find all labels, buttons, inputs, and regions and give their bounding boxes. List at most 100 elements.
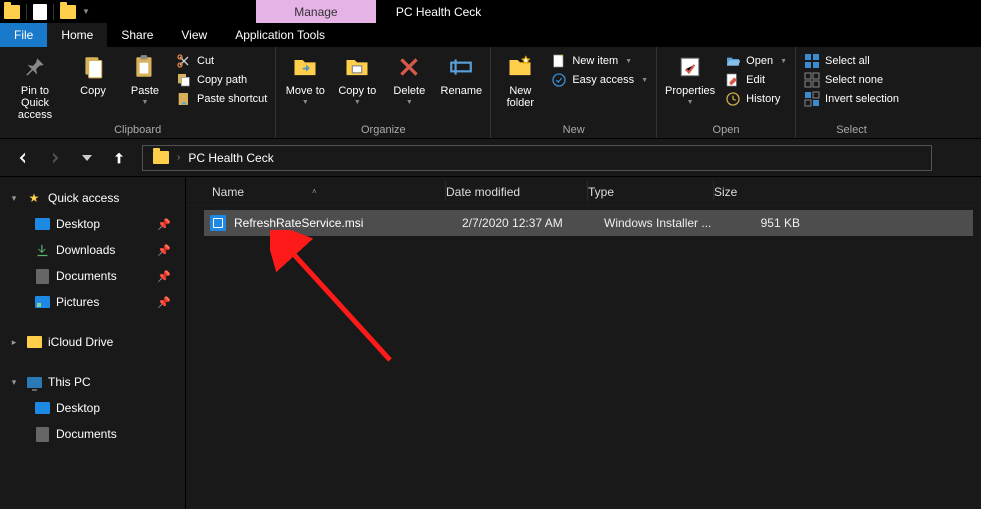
recent-locations-button[interactable] [78,149,96,167]
desktop-icon [34,216,50,232]
sidebar-item-pictures[interactable]: Pictures 📌 [0,289,185,315]
cut-button[interactable]: Cut [176,53,267,69]
group-label-organize: Organize [361,124,406,136]
sidebar-item-documents[interactable]: Documents 📌 [0,263,185,289]
app-folder-icon [4,5,20,19]
sidebar-item-quick-access[interactable]: ▾ ★ Quick access [0,185,185,211]
breadcrumb[interactable]: › PC Health Ceck [142,145,932,171]
documents-icon [34,426,50,442]
tab-share[interactable]: Share [107,23,167,47]
delete-button[interactable]: Delete ▼ [388,51,430,106]
edit-icon [725,72,741,88]
group-label-select: Select [836,124,867,136]
main-area: ▾ ★ Quick access Desktop 📌 Downloads 📌 D… [0,177,981,509]
pin-icon [19,51,51,83]
column-date[interactable]: Date modified [446,185,588,199]
file-list: Name ˄ Date modified Type Size RefreshRa… [186,177,981,509]
sidebar-item-icloud-drive[interactable]: ▸ iCloud Drive [0,329,185,355]
back-button[interactable] [14,149,32,167]
group-label-new: New [563,124,585,136]
sort-indicator-icon: ˄ [312,187,317,196]
move-to-icon [289,51,321,83]
msi-file-icon [210,215,226,231]
select-none-icon [804,72,820,88]
sidebar-item-documents-pc[interactable]: Documents [0,421,185,447]
sidebar-item-this-pc[interactable]: ▾ This PC [0,369,185,395]
sidebar-item-desktop[interactable]: Desktop 📌 [0,211,185,237]
ribbon-group-clipboard: Pin to Quick access Copy Paste ▼ Cut [0,47,276,138]
pin-label: Pin to Quick access [8,85,62,121]
ribbon-group-organize: Move to ▼ Copy to ▼ Delete ▼ Rename Orga… [276,47,491,138]
properties-button[interactable]: Properties ▼ [665,51,715,106]
documents-icon [34,268,50,284]
tab-view[interactable]: View [167,23,221,47]
history-button[interactable]: History [725,91,787,107]
new-folder-button[interactable]: New folder [499,51,541,109]
column-headers[interactable]: Name ˄ Date modified Type Size [186,177,981,206]
new-item-button[interactable]: New item ▼ [551,53,648,69]
paste-shortcut-button[interactable]: Paste shortcut [176,91,267,107]
chevron-down-icon: ▾ [8,193,20,204]
easy-access-icon [551,72,567,88]
chevron-right-icon: ▸ [8,337,20,348]
navigation-pane: ▾ ★ Quick access Desktop 📌 Downloads 📌 D… [0,177,186,509]
chevron-down-icon: ▼ [406,99,413,106]
ribbon-tabs: File Home Share View Application Tools [0,23,981,47]
chevron-down-icon: ▼ [142,99,149,106]
address-bar: › PC Health Ceck [0,139,981,177]
chevron-down-icon: ▼ [641,77,648,84]
select-all-icon [804,53,820,69]
move-to-button[interactable]: Move to ▼ [284,51,326,106]
group-label-clipboard: Clipboard [114,124,161,136]
pictures-icon [34,294,50,310]
qat-doc-icon[interactable] [33,4,47,20]
star-icon: ★ [26,190,42,206]
ribbon-group-new: New folder New item ▼ Easy access ▼ New [491,47,657,138]
title-bar: ▼ Manage PC Health Ceck [0,0,981,23]
rename-icon [445,51,477,83]
file-type: Windows Installer ... [604,216,730,230]
pin-to-quick-access-button[interactable]: Pin to Quick access [8,51,62,121]
file-size: 951 KB [730,216,810,230]
sidebar-item-downloads[interactable]: Downloads 📌 [0,237,185,263]
open-button[interactable]: Open ▼ [725,53,787,69]
copy-to-button[interactable]: Copy to ▼ [336,51,378,106]
copy-to-icon [341,51,373,83]
select-all-button[interactable]: Select all [804,53,899,69]
column-type[interactable]: Type [588,185,714,199]
sidebar-item-desktop-pc[interactable]: Desktop [0,395,185,421]
downloads-icon [34,242,50,258]
copy-path-button[interactable]: Copy path [176,72,267,88]
tab-file[interactable]: File [0,23,47,47]
new-item-icon [551,53,567,69]
qat-folder-icon[interactable] [60,5,76,19]
paste-button[interactable]: Paste ▼ [124,51,166,106]
tab-home[interactable]: Home [47,23,107,47]
tab-application-tools[interactable]: Application Tools [221,23,339,47]
breadcrumb-current[interactable]: PC Health Ceck [188,151,273,165]
paste-shortcut-icon [176,91,192,107]
copy-button[interactable]: Copy [72,51,114,97]
forward-button[interactable] [46,149,64,167]
column-size[interactable]: Size [714,185,794,199]
select-none-button[interactable]: Select none [804,72,899,88]
copy-path-icon [176,72,192,88]
file-row[interactable]: RefreshRateService.msi 2/7/2020 12:37 AM… [204,210,973,236]
folder-icon [26,334,42,350]
up-button[interactable] [110,149,128,167]
contextual-tab-manage[interactable]: Manage [256,0,376,23]
pin-icon: 📌 [157,218,177,231]
chevron-down-icon: ▼ [354,99,361,106]
column-name[interactable]: Name ˄ [212,185,446,199]
easy-access-button[interactable]: Easy access ▼ [551,72,648,88]
rename-button[interactable]: Rename [440,51,482,97]
ribbon-group-select: Select all Select none Invert selection … [796,47,907,138]
computer-icon [26,374,42,390]
invert-selection-button[interactable]: Invert selection [804,91,899,107]
edit-button[interactable]: Edit [725,72,787,88]
chevron-right-icon: › [177,152,180,163]
qat-dropdown-icon[interactable]: ▼ [80,7,92,16]
chevron-down-icon: ▼ [780,58,787,65]
desktop-icon [34,400,50,416]
chevron-down-icon: ▼ [687,99,694,106]
